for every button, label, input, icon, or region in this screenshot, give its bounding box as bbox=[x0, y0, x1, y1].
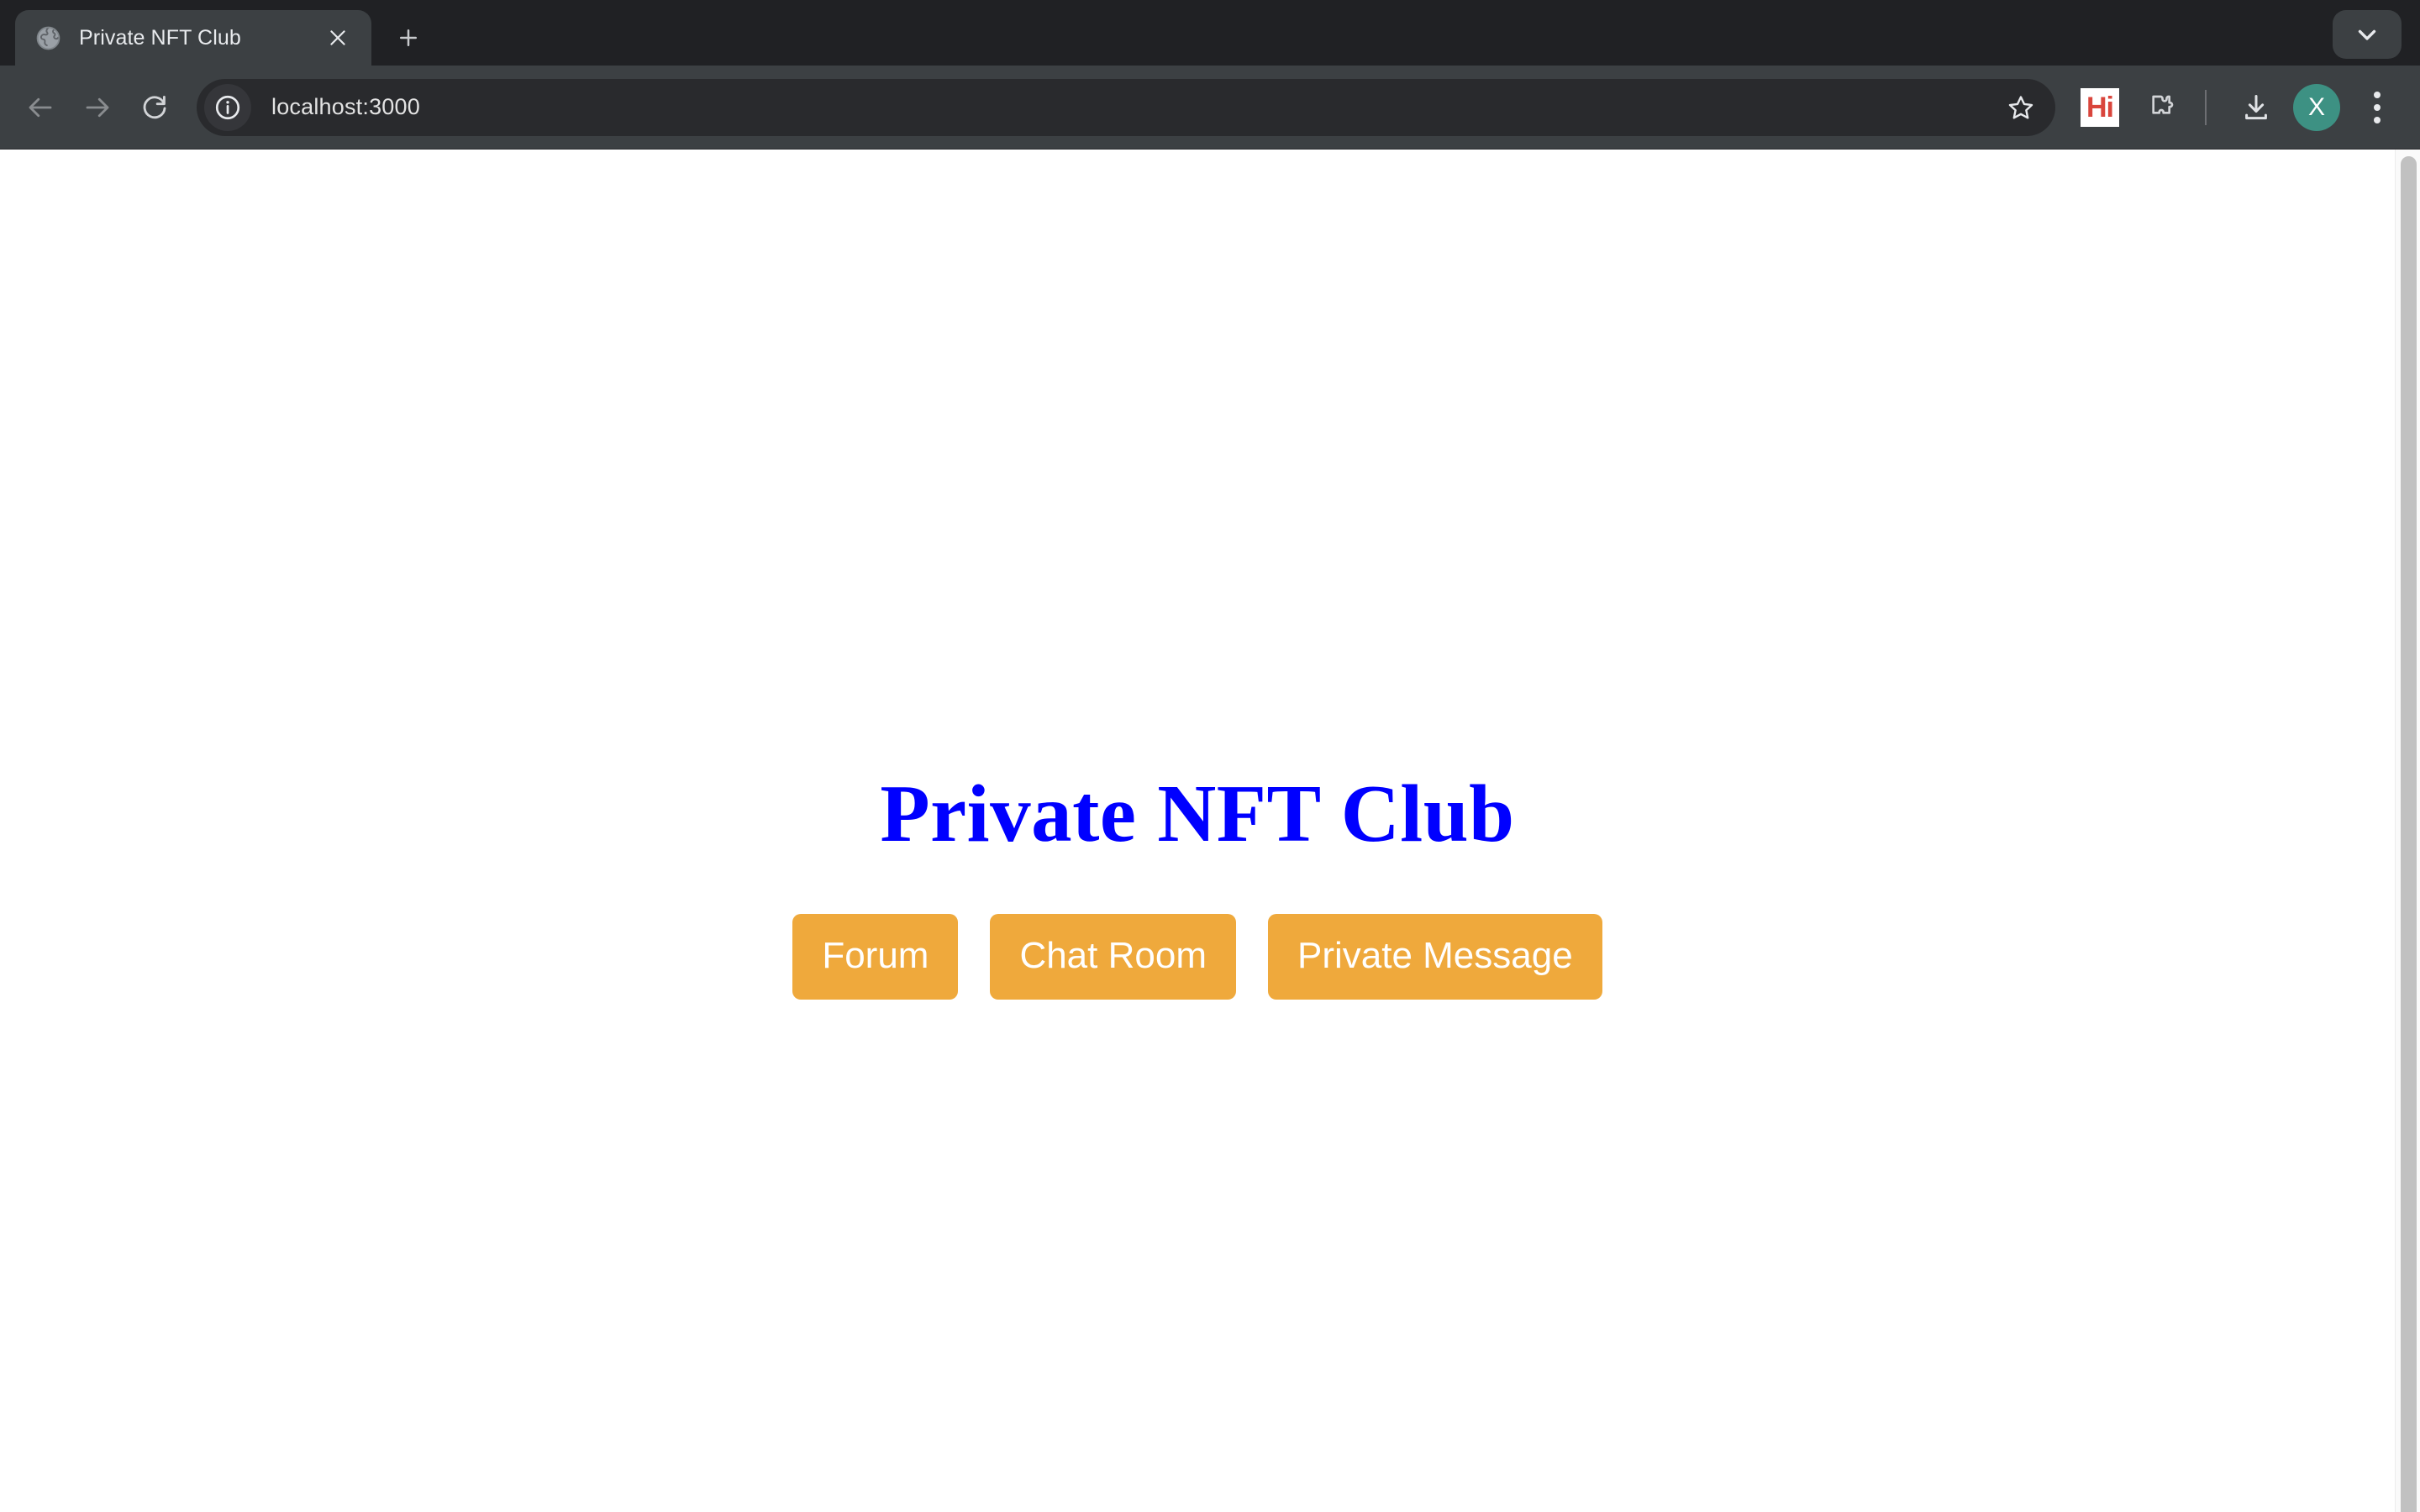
back-button[interactable] bbox=[12, 79, 69, 136]
back-arrow-icon bbox=[29, 97, 52, 117]
private-message-button[interactable]: Private Message bbox=[1267, 913, 1602, 1000]
downloads-button[interactable] bbox=[2228, 80, 2284, 135]
browser-tab-private-nft-club[interactable]: Private NFT Club bbox=[15, 10, 371, 66]
tab-search-button[interactable] bbox=[2333, 10, 2402, 59]
url-text[interactable]: localhost:3000 bbox=[271, 94, 1995, 120]
chat-room-button[interactable]: Chat Room bbox=[990, 913, 1236, 1000]
page-title: Private NFT Club bbox=[880, 769, 1515, 858]
address-bar[interactable]: localhost:3000 bbox=[197, 78, 2055, 136]
toolbar-divider bbox=[2205, 89, 2207, 125]
browser-menu-button[interactable] bbox=[2349, 80, 2405, 135]
chevron-down-icon bbox=[2358, 29, 2376, 40]
avatar: X bbox=[2293, 83, 2340, 131]
reload-button[interactable] bbox=[126, 79, 183, 136]
extensions-button[interactable] bbox=[2133, 80, 2188, 135]
browser-toolbar: localhost:3000 Hi X bbox=[0, 66, 2420, 150]
download-icon bbox=[2245, 94, 2267, 119]
reload-icon bbox=[143, 95, 166, 118]
close-icon-glyph bbox=[330, 30, 345, 45]
scrollbar-thumb[interactable] bbox=[2401, 156, 2417, 1512]
page-center-block: Private NFT Club Forum Chat Room Private… bbox=[0, 771, 2395, 1000]
star-icon bbox=[2008, 95, 2033, 119]
plus-icon bbox=[400, 29, 417, 46]
tab-strip: Private NFT Club bbox=[0, 0, 2420, 66]
close-icon[interactable] bbox=[321, 21, 355, 55]
vertical-scrollbar[interactable] bbox=[2395, 150, 2420, 1512]
extension-hi-button[interactable]: Hi bbox=[2072, 80, 2128, 135]
info-circle-icon bbox=[215, 95, 240, 119]
bookmark-star-icon[interactable] bbox=[1995, 81, 2047, 134]
page-viewport: Private NFT Club Forum Chat Room Private… bbox=[0, 150, 2420, 1512]
forum-button[interactable]: Forum bbox=[792, 913, 959, 1000]
toolbar-actions: Hi X bbox=[2067, 80, 2405, 135]
page-content: Private NFT Club Forum Chat Room Private… bbox=[0, 150, 2395, 1512]
nav-button-row: Forum Chat Room Private Message bbox=[0, 913, 2395, 1000]
forward-arrow-icon bbox=[86, 97, 109, 117]
forward-button[interactable] bbox=[69, 79, 126, 136]
extension-hi-label: Hi bbox=[2081, 87, 2119, 127]
site-info-icon[interactable] bbox=[204, 83, 251, 131]
profile-button[interactable]: X bbox=[2289, 80, 2344, 135]
puzzle-piece-icon bbox=[2152, 95, 2174, 114]
new-tab-button[interactable] bbox=[385, 14, 432, 61]
globe-icon bbox=[36, 26, 60, 50]
tab-title: Private NFT Club bbox=[79, 25, 241, 50]
three-dots-vertical-icon bbox=[2374, 91, 2381, 123]
browser-window: Private NFT Club localhost:3000 Hi X Pri… bbox=[0, 0, 2420, 1512]
